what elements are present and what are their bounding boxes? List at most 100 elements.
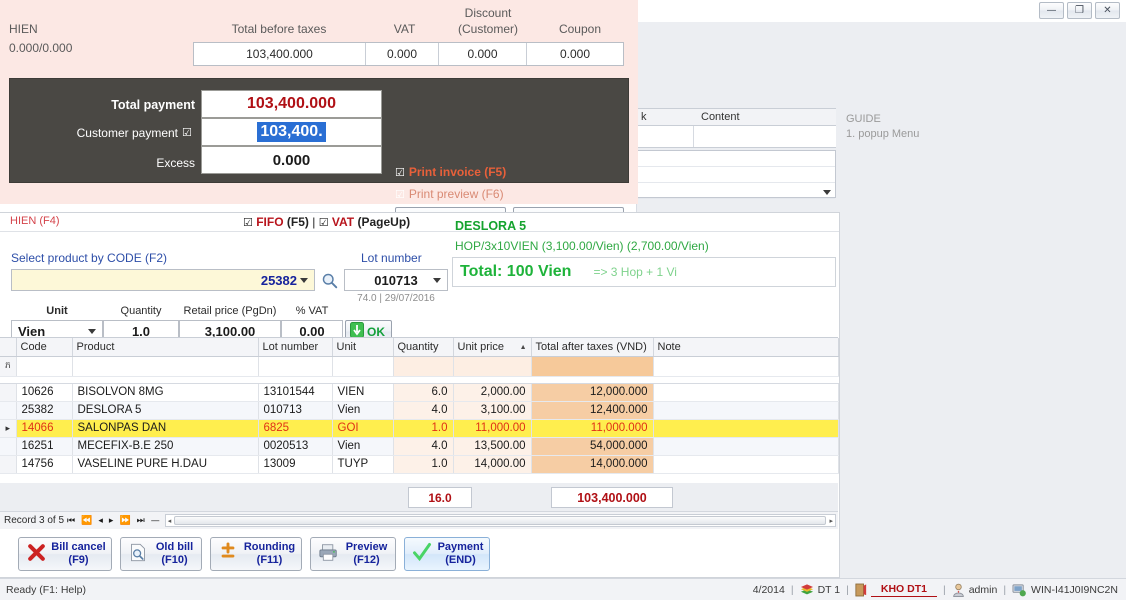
close-button[interactable]: ✕ — [1095, 2, 1120, 19]
chevron-down-icon[interactable] — [300, 278, 308, 283]
table-row[interactable]: 14756VASELINE PURE H.DAU13009TUYP1.014,0… — [0, 455, 838, 473]
minimize-button[interactable]: — — [1039, 2, 1064, 19]
lot-number-select[interactable]: 010713 — [344, 269, 448, 291]
chevron-down-icon[interactable] — [433, 278, 441, 283]
grid-header-product[interactable]: Product — [72, 338, 258, 356]
cell-code[interactable]: 14756 — [16, 455, 72, 473]
bill-cancel-button[interactable]: Bill cancel (F9) — [18, 537, 112, 571]
cell-lot-number[interactable]: 13009 — [258, 455, 332, 473]
cell-total-after-taxes[interactable]: 54,000.000 — [531, 437, 653, 455]
status-warehouse[interactable]: KHO DT1 — [855, 583, 937, 597]
grid-header-total[interactable]: Total after taxes (VND) — [531, 338, 653, 356]
chevron-down-icon[interactable] — [823, 190, 831, 195]
cell-code[interactable]: 14066 — [16, 419, 72, 437]
rounding-button[interactable]: Rounding (F11) — [210, 537, 302, 571]
cell-note[interactable] — [653, 419, 838, 437]
filter-unit-price[interactable] — [453, 356, 531, 376]
nav-first-button[interactable]: ⏮ — [67, 516, 75, 526]
restore-button[interactable]: ❐ — [1067, 2, 1092, 19]
header-customer-f4[interactable]: HIEN (F4) — [10, 215, 60, 227]
cell-product[interactable]: MECEFIX-B.E 250 — [72, 437, 258, 455]
field-vat[interactable]: 0.000 — [366, 43, 439, 65]
filter-note[interactable] — [653, 356, 838, 376]
vat-checkbox[interactable]: ☑ — [319, 216, 329, 229]
cell-product[interactable]: VASELINE PURE H.DAU — [72, 455, 258, 473]
grid-header-lot[interactable]: Lot number — [258, 338, 332, 356]
nav-prev-button[interactable]: ◂ — [98, 516, 103, 526]
scroll-left-arrow[interactable]: ◂ — [166, 517, 174, 525]
cell-unit-price[interactable]: 11,000.00 — [453, 419, 531, 437]
cell-lot-number[interactable]: 13101544 — [258, 383, 332, 401]
cell-code[interactable]: 25382 — [16, 401, 72, 419]
field-total-before-taxes[interactable]: 103,400.000 — [194, 43, 366, 65]
cell-lot-number[interactable]: 0020513 — [258, 437, 332, 455]
cell-unit[interactable]: GOI — [332, 419, 393, 437]
cell-quantity[interactable]: 6.0 — [393, 383, 453, 401]
table-row[interactable]: 16251MECEFIX-B.E 2500020513Vien4.013,500… — [0, 437, 838, 455]
status-branch[interactable]: DT 1 — [800, 584, 841, 597]
status-machine[interactable]: WIN-I41J0I9NC2N — [1012, 583, 1118, 597]
customer-payment-checkbox[interactable]: ☑ — [182, 126, 192, 139]
chevron-down-icon[interactable] — [88, 329, 96, 334]
nav-next-button[interactable]: ▸ — [109, 516, 114, 526]
nav-delete-button[interactable]: — — [151, 516, 160, 526]
nav-prev-page-button[interactable]: ⏪ — [81, 516, 92, 526]
cell-unit[interactable]: Vien — [332, 437, 393, 455]
list-item[interactable] — [638, 167, 835, 183]
filter-unit[interactable] — [332, 356, 393, 376]
cell-note[interactable] — [653, 401, 838, 419]
grid-header-quantity[interactable]: Quantity — [393, 338, 453, 356]
cell-code[interactable]: 16251 — [16, 437, 72, 455]
cell-unit[interactable]: VIEN — [332, 383, 393, 401]
print-invoice-option[interactable]: ☑Print invoice (F5) — [395, 165, 506, 179]
cell-unit[interactable]: Vien — [332, 401, 393, 419]
filter-quantity[interactable] — [393, 356, 453, 376]
cell-total-after-taxes[interactable]: 14,000.000 — [531, 455, 653, 473]
grid-filter-row[interactable]: ភ — [0, 356, 838, 376]
list-item[interactable] — [638, 183, 835, 199]
print-invoice-checkbox[interactable]: ☑ — [395, 166, 405, 179]
cell-unit-price[interactable]: 3,100.00 — [453, 401, 531, 419]
cell-unit-price[interactable]: 2,000.00 — [453, 383, 531, 401]
grid-header-unit-price[interactable]: Unit price — [453, 338, 531, 356]
preview-button[interactable]: Preview (F12) — [310, 537, 396, 571]
cell-note[interactable] — [653, 383, 838, 401]
table-row[interactable]: 10626BISOLVON 8MG13101544VIEN6.02,000.00… — [0, 383, 838, 401]
cell-unit-price[interactable]: 14,000.00 — [453, 455, 531, 473]
cell-total-after-taxes[interactable]: 12,400.000 — [531, 401, 653, 419]
grid-header-code[interactable]: Code — [16, 338, 72, 356]
cell-note[interactable] — [653, 455, 838, 473]
print-preview-checkbox[interactable]: ☑ — [395, 188, 405, 201]
nav-next-page-button[interactable]: ⏩ — [119, 516, 130, 526]
grid-header-note[interactable]: Note — [653, 338, 838, 356]
field-discount[interactable]: 0.000 — [439, 43, 527, 65]
table-row[interactable]: ▸14066SALONPAS DAN6825GOI1.011,000.0011,… — [0, 419, 838, 437]
filter-product[interactable] — [72, 356, 258, 376]
search-button[interactable] — [319, 269, 340, 291]
cell-note[interactable] — [653, 437, 838, 455]
scrollbar-thumb[interactable] — [174, 516, 826, 525]
grid-header-unit[interactable]: Unit — [332, 338, 393, 356]
scroll-right-arrow[interactable]: ▸ — [827, 517, 835, 525]
cell-quantity[interactable]: 1.0 — [393, 455, 453, 473]
fifo-checkbox[interactable]: ☑ — [243, 216, 253, 229]
cell-code[interactable]: 10626 — [16, 383, 72, 401]
filter-code[interactable] — [16, 356, 72, 376]
cell-product[interactable]: BISOLVON 8MG — [72, 383, 258, 401]
background-grid-body[interactable] — [637, 126, 836, 148]
status-user[interactable]: admin — [952, 583, 998, 597]
nav-last-button[interactable]: ⏭ — [137, 516, 145, 526]
cell-total-after-taxes[interactable]: 12,000.000 — [531, 383, 653, 401]
field-coupon[interactable]: 0.000 — [527, 43, 623, 65]
filter-lot[interactable] — [258, 356, 332, 376]
horizontal-scrollbar[interactable]: ◂ ▸ — [165, 514, 836, 527]
cell-quantity[interactable]: 1.0 — [393, 419, 453, 437]
list-item[interactable] — [638, 151, 835, 167]
cell-unit-price[interactable]: 13,500.00 — [453, 437, 531, 455]
old-bill-button[interactable]: Old bill (F10) — [120, 537, 202, 571]
payment-button[interactable]: Payment (END) — [404, 537, 490, 571]
cell-product[interactable]: DESLORA 5 — [72, 401, 258, 419]
cell-quantity[interactable]: 4.0 — [393, 401, 453, 419]
cell-unit[interactable]: TUYP — [332, 455, 393, 473]
cell-total-after-taxes[interactable]: 11,000.000 — [531, 419, 653, 437]
